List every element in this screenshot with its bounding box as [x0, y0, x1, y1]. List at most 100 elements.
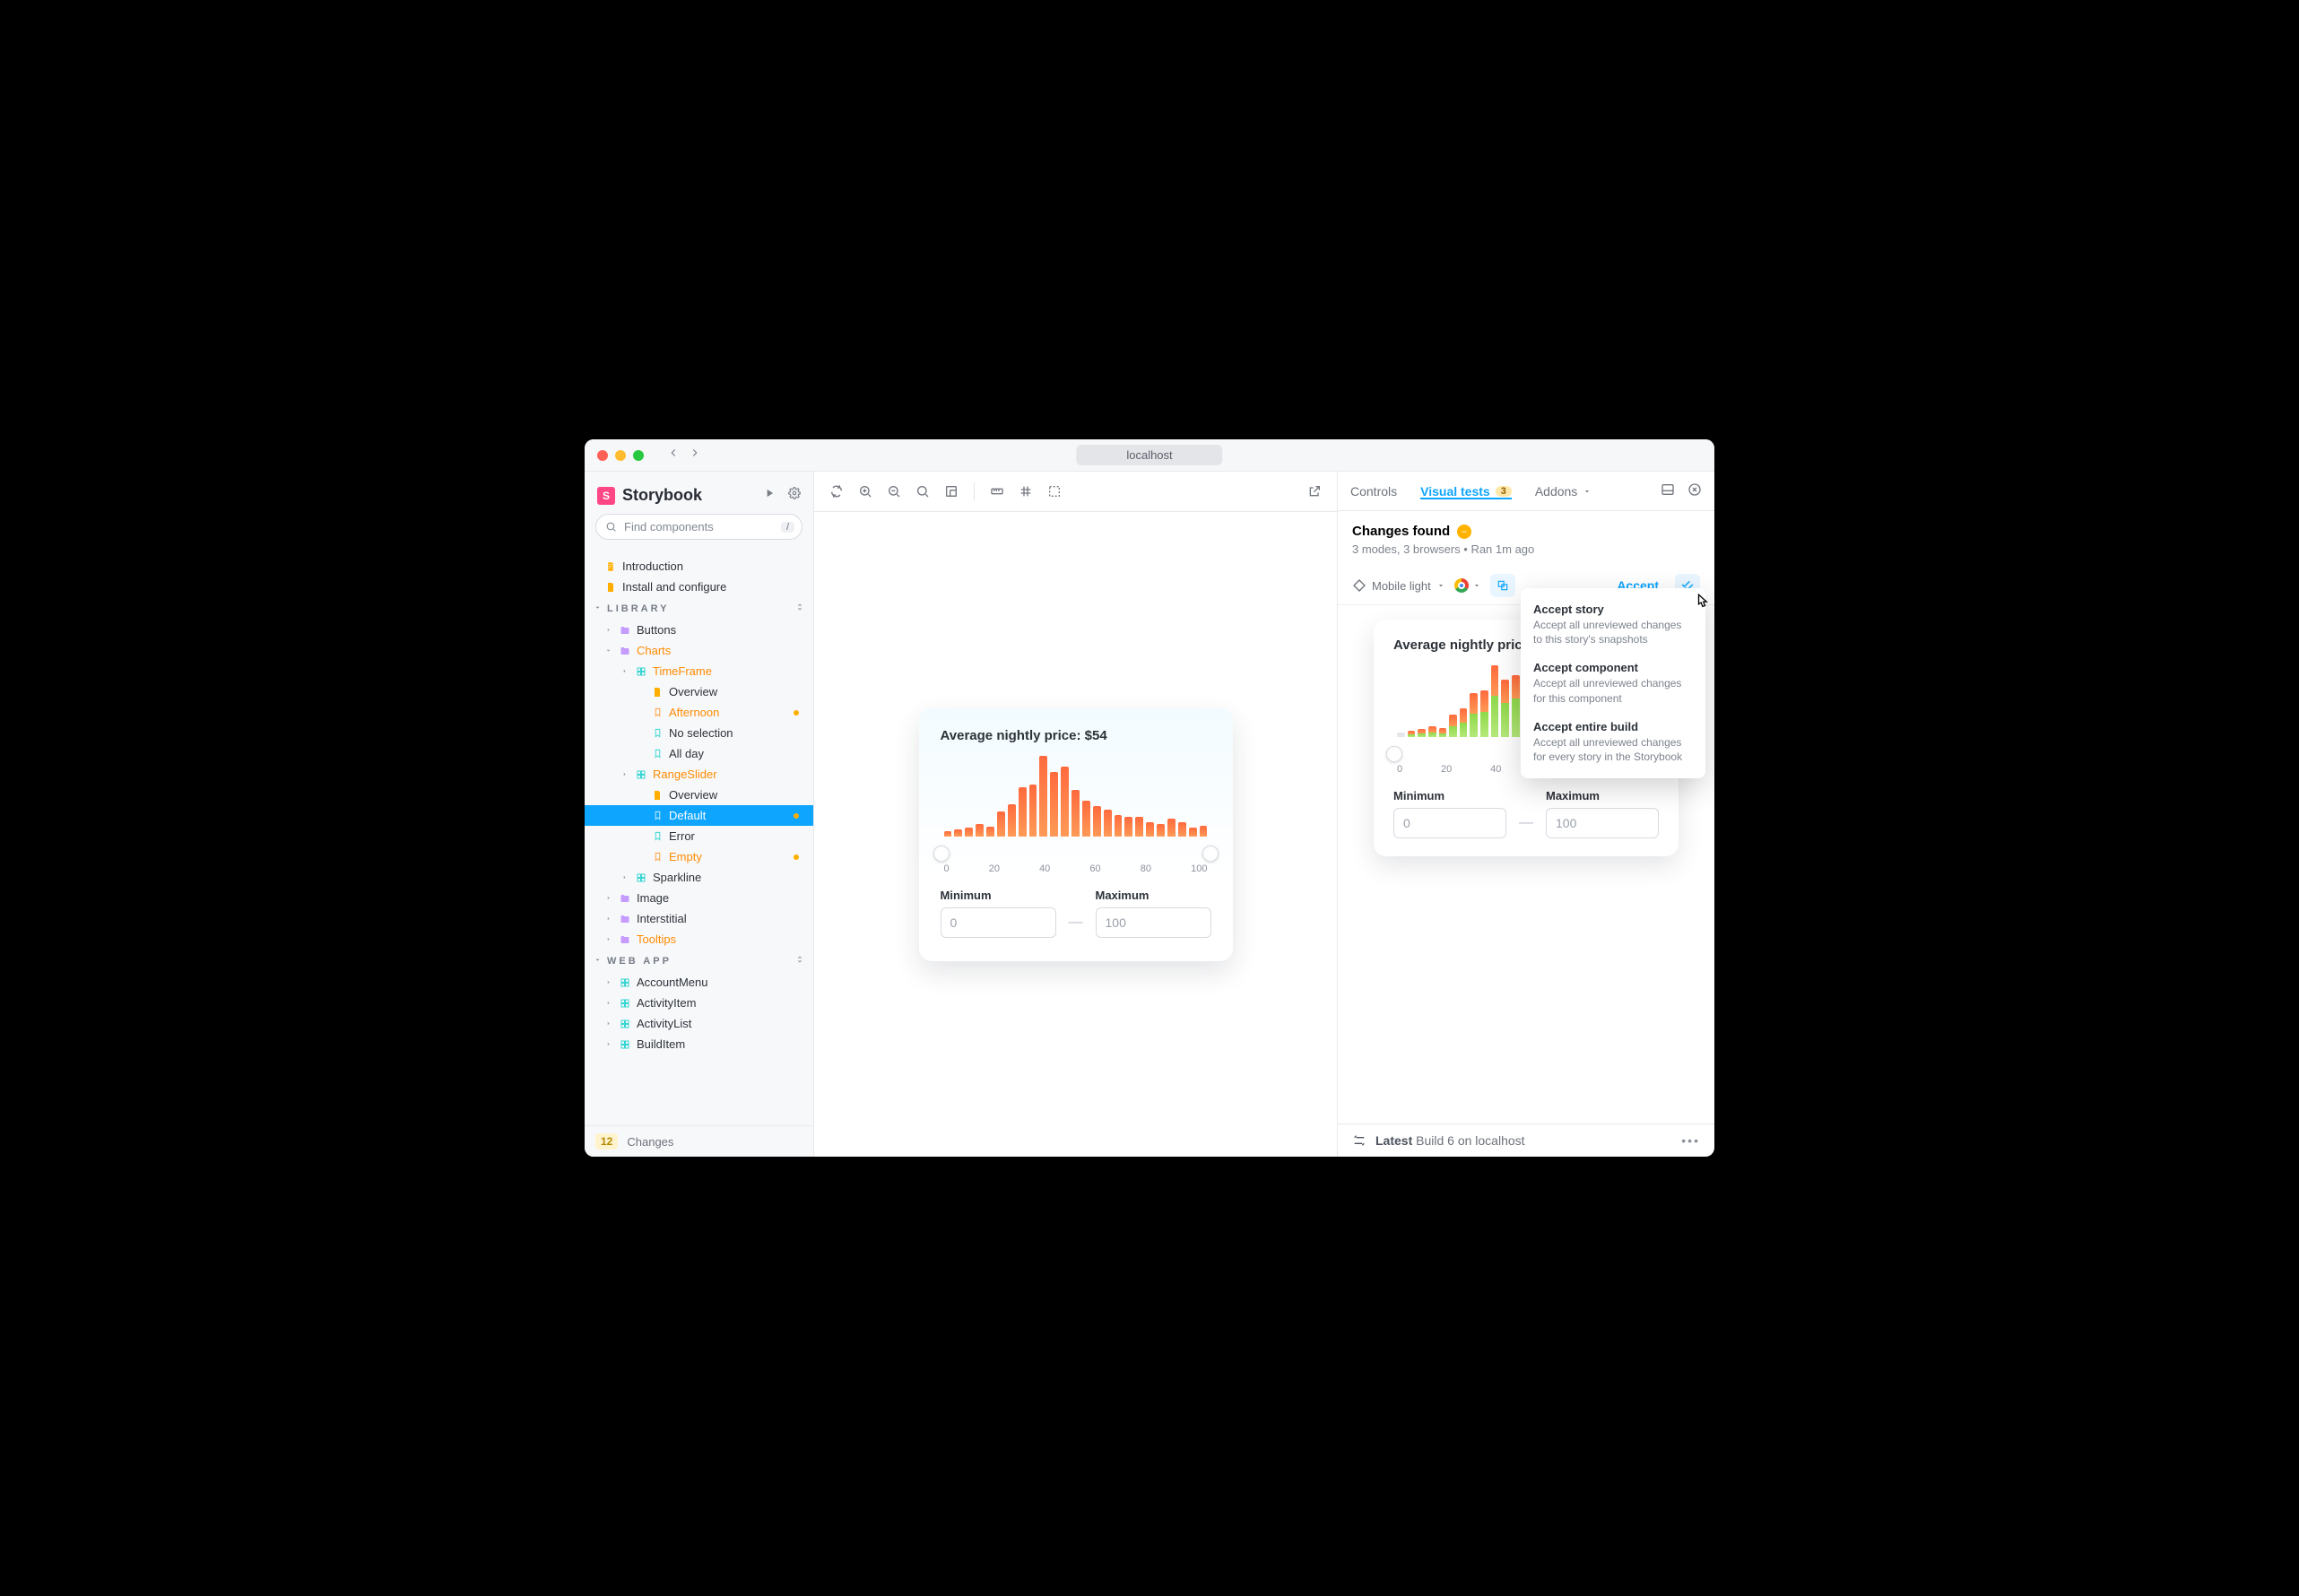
histogram-bar [1019, 787, 1027, 837]
change-indicator-dot [794, 710, 799, 716]
tab-controls[interactable]: Controls [1350, 484, 1397, 499]
zoom-in-icon[interactable] [852, 479, 879, 504]
sidebar-item-activitylist[interactable]: ActivityList [585, 1013, 813, 1034]
min-input[interactable]: 0 [1393, 808, 1506, 838]
histogram-bar [1189, 828, 1197, 837]
zoom-out-icon[interactable] [881, 479, 907, 504]
search-input[interactable]: Find components / [595, 514, 802, 540]
close-panel-icon[interactable] [1687, 482, 1702, 499]
sidebar-item-overview[interactable]: Overview [585, 785, 813, 805]
min-input[interactable]: 0 [941, 907, 1056, 938]
panel-layout-icon[interactable] [1661, 482, 1675, 499]
storybook-logo-icon: S [597, 487, 615, 505]
axis-tick: 40 [1039, 863, 1050, 874]
sidebar-item-overview[interactable]: Overview [585, 681, 813, 702]
tab-visual-tests[interactable]: Visual tests 3 [1420, 484, 1512, 499]
histogram-bar [1439, 728, 1447, 737]
range-dash: — [1069, 915, 1083, 938]
section-sort-icon[interactable] [795, 603, 804, 614]
max-input[interactable]: 100 [1096, 907, 1211, 938]
measure-icon[interactable] [984, 479, 1011, 504]
sidebar-item-label: Default [669, 809, 706, 822]
sidebar-item-charts[interactable]: Charts [585, 640, 813, 661]
sidebar-item-install[interactable]: Install and configure [585, 577, 813, 597]
caret-icon [604, 646, 613, 655]
section-sort-icon[interactable] [795, 955, 804, 967]
close-window-button[interactable] [597, 450, 608, 461]
histogram-bar [1115, 815, 1123, 837]
minimize-window-button[interactable] [615, 450, 626, 461]
histogram-bar [1029, 785, 1037, 837]
sidebar-item-tooltips[interactable]: Tooltips [585, 929, 813, 950]
sidebar-item-label: Charts [637, 644, 671, 657]
open-new-tab-icon[interactable] [1301, 479, 1328, 504]
maximize-window-button[interactable] [633, 450, 644, 461]
forward-button[interactable] [689, 447, 701, 464]
pointer-cursor-icon [1689, 590, 1714, 615]
section-label: LIBRARY [607, 603, 669, 614]
diff-toggle-button[interactable] [1490, 574, 1515, 597]
browser-selector[interactable] [1454, 578, 1481, 593]
status-headline-text: Changes found [1352, 524, 1450, 539]
tab-addons[interactable]: Addons [1535, 484, 1592, 499]
grid-icon[interactable] [1012, 479, 1039, 504]
sidebar-footer[interactable]: 12 Changes [585, 1125, 813, 1157]
change-indicator-dot [794, 813, 799, 819]
histogram-bar [1061, 767, 1069, 837]
back-button[interactable] [667, 447, 680, 464]
axis-tick: 0 [1397, 764, 1402, 775]
sidebar-item-activityitem[interactable]: ActivityItem [585, 993, 813, 1013]
component-icon [635, 768, 647, 781]
histogram-bar [1146, 822, 1154, 837]
sidebar-item-all-day[interactable]: All day [585, 743, 813, 764]
caret-icon [604, 626, 613, 635]
component-icon [619, 976, 631, 989]
bookmark-icon [651, 830, 664, 843]
sidebar-item-afternoon[interactable]: Afternoon [585, 702, 813, 723]
section-header-webapp[interactable]: WEB APP [585, 950, 813, 972]
section-header-library[interactable]: LIBRARY [585, 597, 813, 620]
address-bar[interactable]: localhost [1076, 445, 1222, 465]
range-min-handle[interactable] [1386, 746, 1402, 762]
sidebar-item-error[interactable]: Error [585, 826, 813, 846]
sidebar-item-timeframe[interactable]: TimeFrame [585, 661, 813, 681]
range-max-handle[interactable] [1202, 846, 1219, 862]
build-more-icon[interactable]: ••• [1681, 1133, 1700, 1148]
swap-icon [1352, 1133, 1366, 1148]
sidebar-item-default[interactable]: Default [585, 805, 813, 826]
sidebar-item-interstitial[interactable]: Interstitial [585, 908, 813, 929]
sidebar-item-introduction[interactable]: Introduction [585, 556, 813, 577]
outline-icon[interactable] [1041, 479, 1068, 504]
range-min-handle[interactable] [933, 846, 950, 862]
zoom-reset-icon[interactable] [909, 479, 936, 504]
accept-story-option[interactable]: Accept story Accept all unreviewed chang… [1521, 595, 1705, 654]
sidebar-item-empty[interactable]: Empty [585, 846, 813, 867]
status-warning-icon [1457, 525, 1471, 539]
histogram-bar [1039, 756, 1047, 837]
histogram-bar [997, 811, 1005, 837]
sidebar-item-builditem[interactable]: BuildItem [585, 1034, 813, 1054]
build-bar[interactable]: Latest Build 6 on localhost ••• [1338, 1123, 1714, 1157]
viewport-icon[interactable] [938, 479, 965, 504]
settings-gear-icon[interactable] [788, 487, 801, 504]
sidebar-item-accountmenu[interactable]: AccountMenu [585, 972, 813, 993]
rerun-icon[interactable] [823, 479, 850, 504]
sidebar-item-sparkline[interactable]: Sparkline [585, 867, 813, 888]
titlebar: localhost [585, 439, 1714, 472]
accept-build-option[interactable]: Accept entire build Accept all unreviewe… [1521, 713, 1705, 771]
sidebar-item-no-selection[interactable]: No selection [585, 723, 813, 743]
dd-title: Accept component [1533, 661, 1693, 674]
changes-count-badge: 12 [595, 1133, 618, 1149]
sidebar-item-rangeslider[interactable]: RangeSlider [585, 764, 813, 785]
run-button-icon[interactable] [763, 487, 776, 504]
sidebar-item-label: Image [637, 891, 669, 905]
sidebar-item-image[interactable]: Image [585, 888, 813, 908]
mode-selector[interactable]: Mobile light [1352, 578, 1445, 593]
histogram-bar [1093, 806, 1101, 837]
accept-component-option[interactable]: Accept component Accept all unreviewed c… [1521, 654, 1705, 712]
max-input[interactable]: 100 [1546, 808, 1659, 838]
tab-label: Visual tests [1420, 484, 1490, 499]
accept-dropdown: Accept story Accept all unreviewed chang… [1521, 588, 1705, 778]
sidebar-item-buttons[interactable]: Buttons [585, 620, 813, 640]
brand[interactable]: S Storybook [597, 486, 702, 505]
